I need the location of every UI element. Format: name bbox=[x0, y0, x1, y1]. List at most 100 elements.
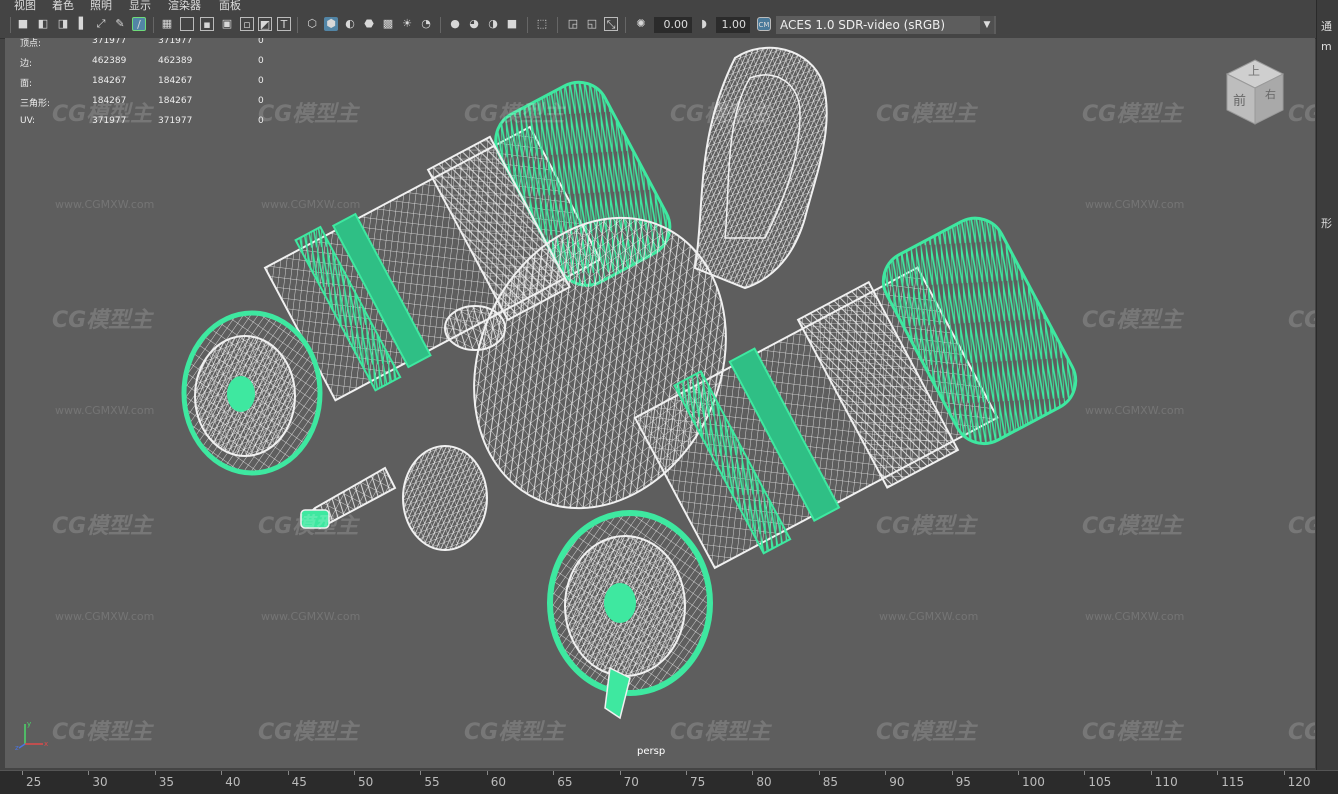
menu-renderer[interactable]: 渲染器 bbox=[168, 0, 201, 12]
lights-icon[interactable]: ☀ bbox=[400, 17, 414, 31]
depth-of-field-icon[interactable]: ■ bbox=[505, 17, 519, 31]
wireframe-wing-shape bbox=[693, 46, 828, 290]
watermark-logo: CG模型主 bbox=[52, 514, 153, 539]
timeline-tick bbox=[619, 771, 621, 775]
hud-value: 184267 bbox=[92, 96, 127, 106]
film-gate-icon[interactable] bbox=[180, 17, 194, 31]
watermark-logo: CG模型主 bbox=[258, 720, 359, 745]
resolution-gate-icon[interactable]: ▪ bbox=[200, 17, 214, 31]
right-engine-intake bbox=[547, 510, 713, 720]
timeline-tick bbox=[486, 771, 488, 775]
timeline-tick bbox=[420, 771, 422, 775]
xray-active-icon[interactable]: ⤡ bbox=[604, 17, 618, 31]
menu-view[interactable]: 视图 bbox=[14, 0, 36, 12]
watermark-url: www.CGMXW.com bbox=[55, 404, 155, 417]
timeline-tick-label: 115 bbox=[1221, 775, 1245, 789]
timeline-tick bbox=[154, 771, 156, 775]
xray-joints-icon[interactable]: ◱ bbox=[585, 17, 599, 31]
toolbar-separator bbox=[625, 17, 626, 33]
field-chart-icon[interactable]: ▫ bbox=[240, 17, 254, 31]
gamma-icon[interactable]: ◗ bbox=[697, 17, 711, 31]
left-engine-intake bbox=[181, 310, 323, 476]
color-management-icon[interactable]: CM bbox=[757, 17, 771, 31]
watermark-logo: CG模型主 bbox=[1082, 514, 1183, 539]
panel-menu-bar: 视图 着色 照明 显示 渲染器 面板 bbox=[0, 0, 1316, 12]
watermark-logo: CG模型主 bbox=[876, 102, 977, 127]
view-cube-top-label: 上 bbox=[1248, 64, 1261, 78]
watermark-logo: CG模型主 bbox=[52, 720, 153, 745]
toolbar-separator bbox=[153, 17, 154, 33]
view-transform-dropdown[interactable]: ACES 1.0 SDR-video (sRGB) ▼ bbox=[776, 16, 996, 34]
shadows-icon[interactable]: ◔ bbox=[419, 17, 433, 31]
hud-label: UV: bbox=[20, 116, 36, 126]
watermark-logo: CG模型主 bbox=[670, 102, 771, 127]
attribute-panel-edge: 通 m 形 bbox=[1316, 0, 1338, 770]
isolate-select-icon[interactable]: ⬚ bbox=[535, 17, 549, 31]
menu-lighting[interactable]: 照明 bbox=[90, 0, 112, 12]
timeline-tick-label: 110 bbox=[1154, 775, 1178, 789]
chevron-down-icon[interactable]: ▼ bbox=[980, 16, 994, 34]
grid-icon[interactable]: ▦ bbox=[160, 17, 174, 31]
two-d-pan-icon[interactable]: ⤢ bbox=[94, 17, 108, 31]
timeline-tick-label: 60 bbox=[490, 775, 507, 789]
anti-aliasing-icon[interactable]: ◑ bbox=[486, 17, 500, 31]
timeline-tick bbox=[553, 771, 555, 775]
wireframe-model bbox=[181, 46, 1078, 720]
timeline-tick bbox=[951, 771, 953, 775]
3d-viewport[interactable]: CG模型主 CG模型主 CG模型主 CG模型主 CG模型主 CG模型主 CG模型… bbox=[5, 38, 1315, 768]
textured-icon[interactable]: ⬣ bbox=[362, 17, 376, 31]
image-plane-icon[interactable]: ▌ bbox=[76, 17, 90, 31]
pencil-draw-icon[interactable]: / bbox=[132, 17, 146, 31]
hud-value: 0 bbox=[258, 56, 264, 66]
timeline-tick-label: 80 bbox=[756, 775, 772, 789]
menu-show[interactable]: 显示 bbox=[129, 0, 151, 12]
gate-mask-icon[interactable]: ▣ bbox=[220, 17, 234, 31]
panel-toolbar: ■ ◧ ◨ ▌ ⤢ ✎ / ▦ ▪ ▣ ▫ ◩ T ⬡ ⬢ ◐ ⬣ ▩ ☀ ◔ … bbox=[0, 12, 1316, 39]
right-panel-item[interactable]: 通 bbox=[1321, 18, 1332, 34]
view-cube[interactable]: 上 前 右 bbox=[1223, 56, 1287, 128]
watermark-logo: CG模型主 bbox=[52, 308, 153, 333]
exposure-field[interactable]: 0.00 bbox=[654, 17, 692, 33]
timeline-tick-label: 100 bbox=[1022, 775, 1045, 789]
view-cube-right-label: 右 bbox=[1265, 88, 1276, 101]
toolbar-separator bbox=[297, 17, 298, 33]
timeline-tick-label: 90 bbox=[889, 775, 905, 789]
bookmark-icon[interactable]: ◨ bbox=[56, 17, 70, 31]
safe-title-icon[interactable]: T bbox=[277, 17, 291, 31]
menu-shading[interactable]: 着色 bbox=[52, 0, 74, 12]
camera-attributes-icon[interactable]: ◧ bbox=[36, 17, 50, 31]
timeline-tick-label: 120 bbox=[1287, 775, 1311, 789]
watermark-url: www.CGMXW.com bbox=[1085, 404, 1185, 417]
right-panel-item[interactable]: 形 bbox=[1321, 215, 1332, 231]
grease-pencil-icon[interactable]: ✎ bbox=[113, 17, 127, 31]
motion-blur-icon[interactable]: ◕ bbox=[467, 17, 481, 31]
gamma-field[interactable]: 1.00 bbox=[716, 17, 750, 33]
watermark-logo: CG模型主 bbox=[1288, 514, 1315, 539]
hud-value: 0 bbox=[258, 96, 264, 106]
exposure-icon[interactable]: ✺ bbox=[634, 17, 648, 31]
screen-space-ao-icon[interactable]: ● bbox=[448, 17, 462, 31]
right-panel-item[interactable]: m bbox=[1321, 40, 1332, 53]
timeline-tick-label: 55 bbox=[424, 775, 440, 789]
timeline-tick bbox=[354, 771, 355, 775]
toolbar-separator bbox=[557, 17, 558, 33]
watermark-logo: CG模型主 bbox=[876, 720, 977, 745]
timeline-tick bbox=[22, 771, 23, 775]
wireframe-icon[interactable]: ⬡ bbox=[305, 17, 319, 31]
smooth-shade-icon[interactable]: ⬢ bbox=[324, 17, 338, 31]
watermark-url: www.CGMXW.com bbox=[879, 610, 979, 623]
time-slider[interactable]: 25 30 35 40 45 50 55 60 65 70 75 80 85 90 95 100 105 110 1… bbox=[0, 770, 1338, 794]
timeline-tick-label: 95 bbox=[955, 775, 971, 789]
menu-panels[interactable]: 面板 bbox=[219, 0, 241, 12]
select-camera-icon[interactable]: ■ bbox=[16, 17, 30, 31]
watermark-url: www.CGMXW.com bbox=[1085, 610, 1185, 623]
timeline-tick bbox=[1217, 771, 1219, 775]
timeline-tick-label: 105 bbox=[1088, 775, 1112, 789]
checker-icon[interactable]: ▩ bbox=[381, 17, 395, 31]
camera-name-label: persp bbox=[637, 746, 666, 757]
view-transform-value: ACES 1.0 SDR-video (sRGB) bbox=[780, 18, 946, 32]
xray-icon[interactable]: ◲ bbox=[566, 17, 580, 31]
safe-action-icon[interactable]: ◩ bbox=[258, 17, 272, 31]
view-cube-front-label: 前 bbox=[1233, 94, 1247, 109]
default-material-icon[interactable]: ◐ bbox=[343, 17, 357, 31]
